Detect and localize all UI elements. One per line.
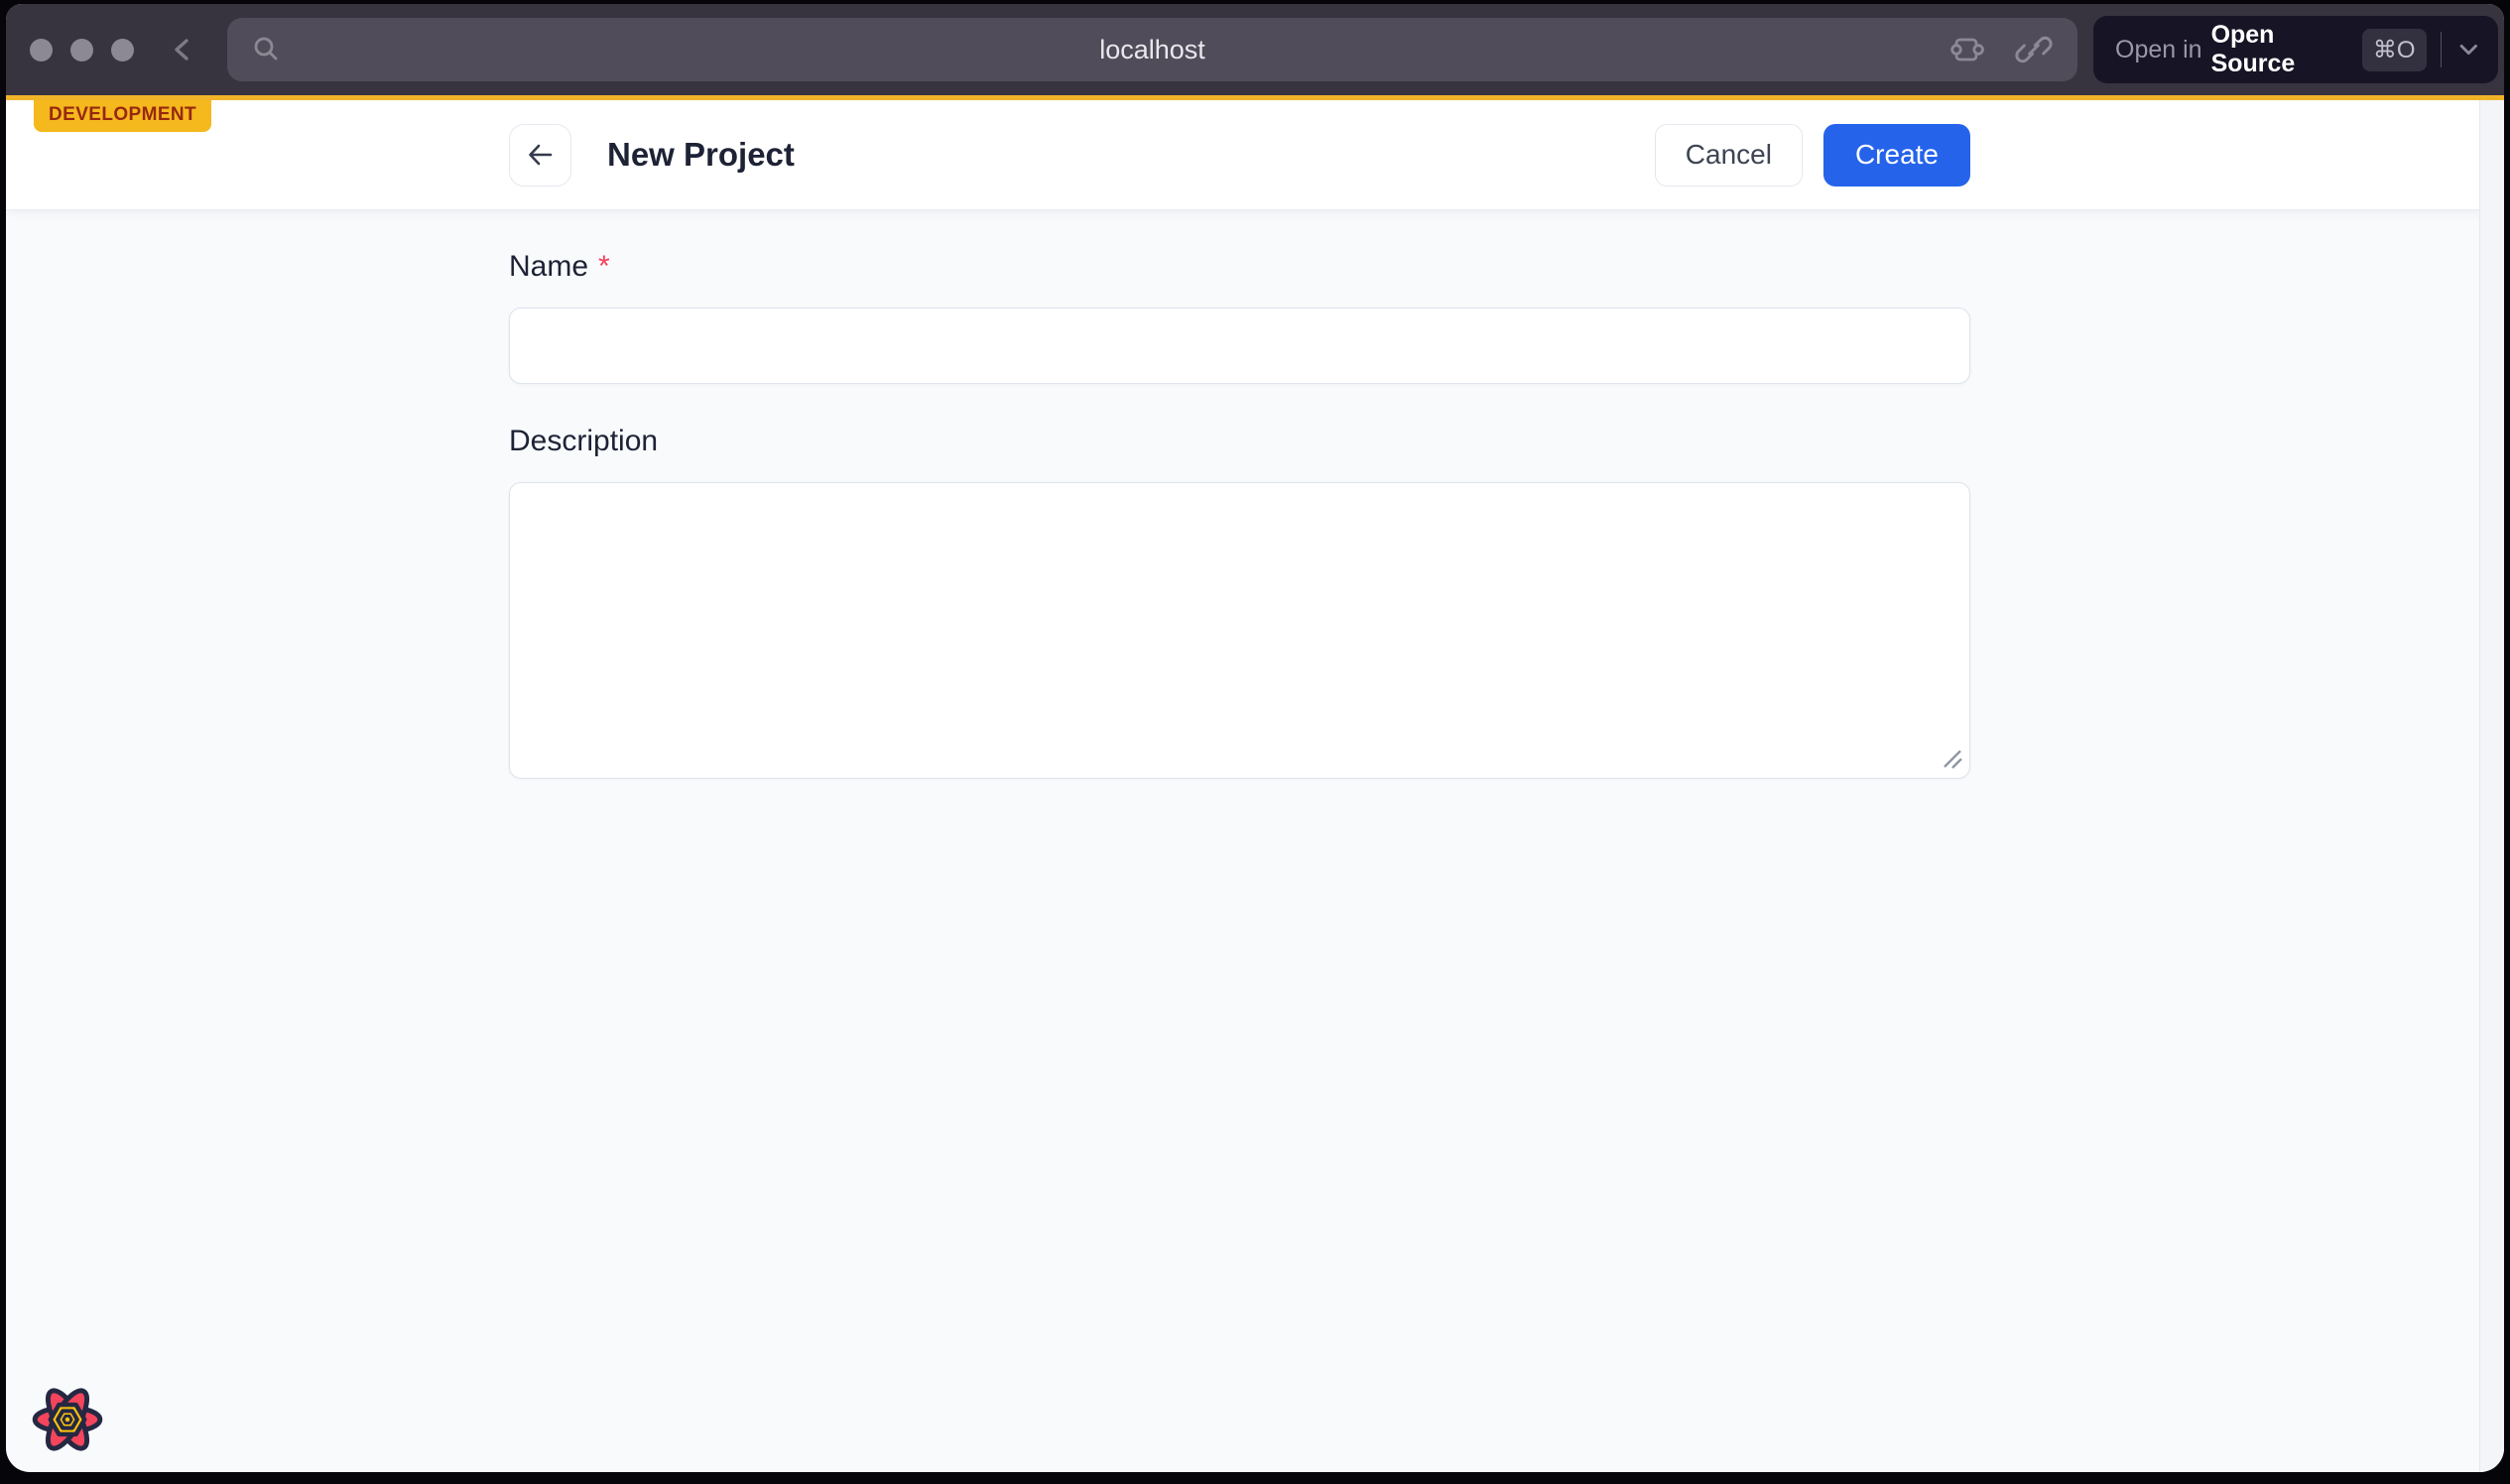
copy-link-icon[interactable]: [2014, 30, 2054, 69]
open-in-prefix-label: Open in: [2115, 36, 2202, 64]
diagonal-grip-icon: [1942, 748, 1963, 770]
create-button[interactable]: Create: [1823, 124, 1970, 186]
window-titlebar: localhost: [6, 4, 2504, 100]
screenshot-background: localhost: [0, 0, 2510, 1484]
textarea-resize-handle[interactable]: [1942, 748, 1963, 770]
open-in-app-button[interactable]: Open in Open Source ⌘O: [2093, 16, 2498, 83]
button-divider: [2441, 32, 2443, 67]
scrollbar-gutter[interactable]: [2479, 100, 2504, 1472]
name-input[interactable]: [509, 308, 1970, 384]
page-content: Name * Description: [6, 210, 2479, 1472]
url-bar[interactable]: localhost: [227, 18, 2077, 81]
window-controls: [30, 39, 134, 62]
chevron-left-icon: [168, 33, 197, 66]
chevron-down-icon[interactable]: [2453, 33, 2484, 66]
url-text: localhost: [227, 35, 2077, 65]
description-textarea[interactable]: [509, 482, 1970, 779]
description-label-text: Description: [509, 425, 658, 458]
browser-back-button[interactable]: [168, 33, 197, 66]
close-window-button[interactable]: [30, 39, 53, 62]
name-field-label: Name *: [509, 250, 1970, 284]
tanstack-logo[interactable]: [27, 1379, 108, 1460]
required-asterisk: *: [598, 250, 610, 284]
page-title: New Project: [607, 136, 795, 174]
name-label-text: Name: [509, 250, 588, 284]
open-in-app-name: Open Source: [2211, 21, 2350, 78]
cancel-button[interactable]: Cancel: [1655, 124, 1803, 186]
page-header: New Project Cancel Create: [6, 100, 2504, 210]
description-field-label: Description: [509, 425, 1970, 458]
back-button[interactable]: [509, 124, 571, 186]
extension-puzzle-icon[interactable]: [1946, 30, 1986, 69]
atom-flower-icon: [27, 1379, 108, 1460]
zoom-window-button[interactable]: [111, 39, 134, 62]
new-project-form: Name * Description: [509, 210, 1970, 779]
urlbar-actions: [1946, 30, 2054, 69]
keyboard-shortcut-badge: ⌘O: [2362, 29, 2427, 71]
arrow-left-icon: [525, 139, 557, 171]
browser-window: localhost: [6, 4, 2504, 1472]
development-ribbon: DEVELOPMENT: [34, 100, 211, 132]
minimize-window-button[interactable]: [70, 39, 93, 62]
